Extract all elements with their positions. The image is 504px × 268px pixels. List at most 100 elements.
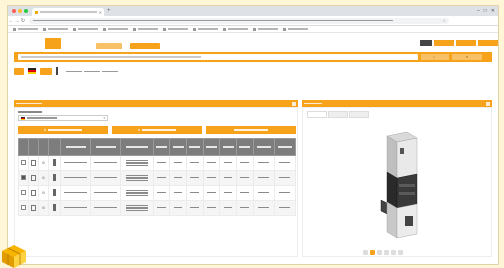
row-checkbox[interactable] [18, 200, 29, 216]
viewer-tab[interactable] [328, 111, 348, 118]
table-cell [202, 200, 221, 216]
bookmark-item[interactable] [133, 27, 158, 31]
table-row[interactable]: ⚙ [18, 185, 297, 201]
row-doc-icon[interactable] [28, 170, 39, 186]
bookmark-item[interactable] [73, 27, 98, 31]
reload-icon[interactable]: ↻ [20, 18, 26, 24]
bookmark-item[interactable] [223, 27, 248, 31]
bookmark-item[interactable] [163, 27, 188, 31]
url-input[interactable]: ☆ [29, 17, 449, 24]
variants-panel: ▾ ⚙ ⚙ ⚙ ⚙ ⚙ ⚙ [14, 107, 298, 257]
header-tab-active[interactable] [130, 43, 160, 49]
rotate-icon[interactable] [363, 250, 368, 255]
app-logo[interactable] [45, 38, 61, 49]
fullscreen-icon[interactable] [398, 250, 403, 255]
table-row[interactable]: ⚙ [18, 200, 297, 216]
minimize-icon[interactable]: – [477, 8, 480, 14]
column-header[interactable] [90, 138, 122, 156]
options-dropdown[interactable]: ▾ [452, 54, 482, 60]
breadcrumb-item[interactable] [102, 70, 118, 73]
zoom-out-icon[interactable] [384, 250, 389, 255]
bookmark-item[interactable] [103, 27, 128, 31]
row-checkbox[interactable] [18, 170, 29, 186]
window-minimize-icon[interactable] [18, 9, 22, 13]
column-header[interactable] [273, 138, 297, 156]
cart-button[interactable] [456, 40, 476, 46]
left-panel-title [16, 102, 42, 105]
tab-close-icon[interactable]: ✕ [99, 10, 102, 15]
row-gear-icon[interactable]: ⚙ [38, 185, 49, 201]
row-gear-icon[interactable]: ⚙ [38, 155, 49, 171]
button-label [48, 129, 83, 131]
bookmark-item[interactable] [253, 27, 278, 31]
column-header[interactable] [38, 138, 49, 156]
viewer-tab[interactable] [307, 111, 327, 118]
column-header[interactable] [202, 138, 221, 156]
window-maximize-icon[interactable] [24, 9, 28, 13]
action-button-3[interactable] [206, 126, 296, 134]
table-row[interactable]: ⚙ [18, 155, 297, 171]
column-header[interactable] [235, 138, 254, 156]
bookmark-icon [43, 27, 46, 31]
bookmark-item[interactable] [13, 27, 38, 31]
search-bar: ⌕ ▾ [14, 52, 492, 62]
flag-selector[interactable] [420, 40, 432, 46]
row-thumbnail [47, 200, 62, 216]
column-header[interactable] [169, 138, 187, 156]
search-button[interactable]: ⌕ [421, 54, 449, 60]
breadcrumb-item[interactable] [66, 70, 82, 73]
table-cell [219, 155, 237, 171]
fit-icon[interactable] [391, 250, 396, 255]
maximize-icon[interactable]: □ [484, 8, 487, 14]
bookmark-item[interactable] [283, 27, 308, 31]
pan-icon[interactable] [370, 250, 375, 255]
collapse-icon[interactable] [486, 101, 490, 106]
column-header[interactable] [219, 138, 237, 156]
column-header[interactable] [18, 138, 29, 156]
column-header[interactable] [120, 138, 154, 156]
window-close-icon[interactable] [12, 9, 16, 13]
country-select[interactable]: ▾ [18, 115, 108, 121]
zoom-in-icon[interactable] [377, 250, 382, 255]
action-button-2[interactable]: ⚙ [112, 126, 202, 134]
table-cell [152, 170, 171, 186]
row-checkbox[interactable] [18, 155, 29, 171]
new-tab-icon[interactable]: + [107, 8, 111, 14]
column-header[interactable] [60, 138, 92, 156]
column-header[interactable] [47, 138, 62, 156]
row-doc-icon[interactable] [28, 185, 39, 201]
browser-tab[interactable]: ✕ [32, 8, 104, 16]
account-button[interactable] [434, 40, 454, 46]
column-header[interactable] [28, 138, 39, 156]
bookmark-icon [13, 27, 16, 31]
table-cell [235, 170, 254, 186]
table-cell [185, 155, 204, 171]
column-header[interactable] [152, 138, 171, 156]
flag-icon[interactable] [28, 68, 36, 74]
product-3d-model[interactable] [377, 130, 425, 242]
column-header[interactable] [252, 138, 275, 156]
product-thumbnail [56, 67, 58, 75]
home-icon[interactable] [14, 67, 24, 75]
bookmark-item[interactable] [193, 27, 218, 31]
star-icon[interactable]: ☆ [442, 18, 446, 23]
close-icon[interactable]: ✕ [491, 8, 495, 14]
row-gear-icon[interactable]: ⚙ [38, 200, 49, 216]
column-header[interactable] [185, 138, 204, 156]
export-icon[interactable] [40, 67, 52, 75]
table-row[interactable]: ⚙ [18, 170, 297, 186]
logout-button[interactable] [478, 40, 498, 46]
search-input[interactable] [18, 54, 418, 60]
row-gear-icon[interactable]: ⚙ [38, 170, 49, 186]
table-header-row [18, 138, 297, 156]
breadcrumb-item[interactable] [84, 70, 100, 73]
row-checkbox[interactable] [18, 185, 29, 201]
viewer-tab[interactable] [349, 111, 369, 118]
header-tab[interactable] [96, 43, 122, 49]
row-doc-icon[interactable] [28, 155, 39, 171]
action-button-1[interactable]: ⚙ [18, 126, 108, 134]
chevron-down-icon: ▾ [103, 116, 105, 120]
bookmark-item[interactable] [43, 27, 68, 31]
row-doc-icon[interactable] [28, 200, 39, 216]
collapse-icon[interactable] [292, 101, 296, 106]
